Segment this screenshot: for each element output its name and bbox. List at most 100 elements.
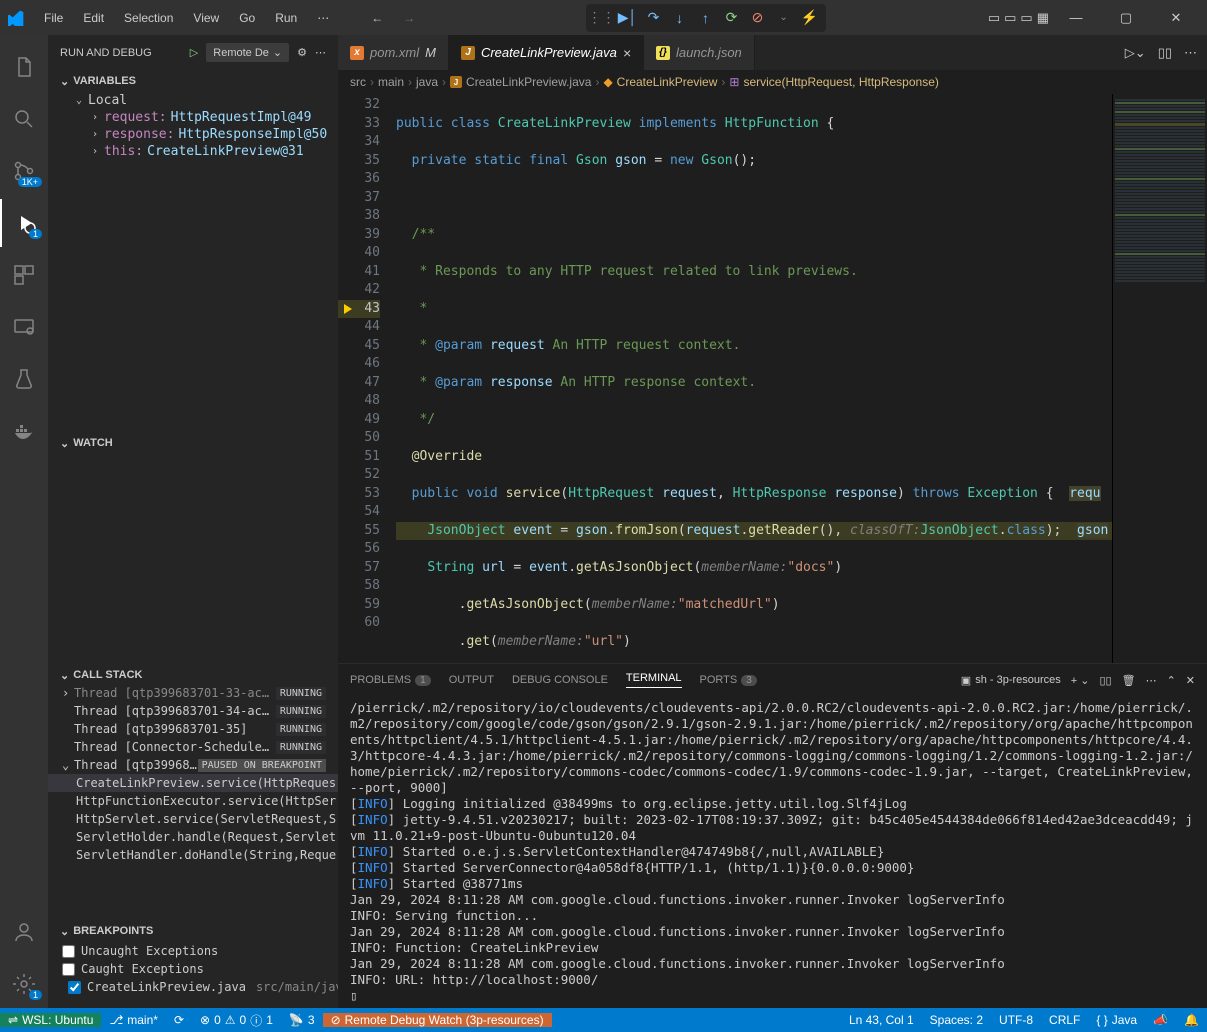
terminal-output[interactable]: /pierrick/.m2/repository/io/cloudevents/… (338, 696, 1207, 1008)
status-ports[interactable]: 📡 3 (281, 1013, 323, 1027)
menu-file[interactable]: File (36, 7, 71, 29)
thread-row[interactable]: ›Thread [qtp399683701-33-acce...RUNNING (48, 686, 338, 702)
terminal-select[interactable]: ▣ sh - 3p-resources (961, 674, 1061, 687)
run-button-icon[interactable]: ▷⌄ (1125, 45, 1146, 61)
activity-account[interactable] (0, 908, 48, 956)
variables-header[interactable]: ⌄VARIABLES (48, 70, 338, 92)
nav-back[interactable]: ← (363, 7, 391, 29)
watch-header[interactable]: ⌄WATCH (48, 432, 338, 454)
thread-row[interactable]: Thread [Connector-Scheduler-...RUNNING (48, 738, 338, 756)
status-sync[interactable]: ⟳ (166, 1013, 192, 1027)
activity-docker[interactable] (0, 407, 48, 455)
variable-row[interactable]: ›response: HttpResponseImpl@50 (48, 126, 338, 143)
toggle-panel-left[interactable]: ▭ (988, 10, 1000, 26)
panel-maximize-icon[interactable]: ⌃ (1167, 674, 1176, 687)
activity-scm[interactable]: 1K+ (0, 147, 48, 195)
debug-drag-handle[interactable]: ⋮⋮ (590, 6, 614, 30)
status-eol[interactable]: CRLF (1041, 1013, 1088, 1027)
activity-testing[interactable] (0, 355, 48, 403)
toggle-panel-right[interactable]: ▭ (1020, 10, 1032, 26)
bp-file[interactable]: CreateLinkPreview.java src/main/java43 (48, 978, 338, 996)
kill-terminal-icon[interactable]: 🗑 (1122, 674, 1136, 687)
customize-layout[interactable]: ▦ (1037, 10, 1049, 26)
status-debug[interactable]: ⊘ Remote Debug Watch (3p-resources) (323, 1013, 552, 1027)
tab-output[interactable]: OUTPUT (449, 674, 494, 686)
activity-settings[interactable]: 1 (0, 960, 48, 1008)
tab-terminal[interactable]: TERMINAL (626, 672, 682, 688)
menu-view[interactable]: View (185, 7, 227, 29)
debug-hot-reload[interactable]: ⚡ (798, 6, 822, 30)
menu-more[interactable]: ⋯ (309, 7, 337, 29)
nav-forward[interactable]: → (395, 7, 423, 29)
debug-step-over[interactable]: ↷ (642, 6, 666, 30)
panel-more-icon[interactable]: ⋯ (1146, 674, 1157, 687)
line-gutter[interactable]: 32333435 36373839 404142 43 44454647 484… (338, 94, 388, 663)
bp-caught[interactable]: Caught Exceptions (48, 960, 338, 978)
code-content[interactable]: public class CreateLinkPreview implement… (388, 94, 1112, 663)
thread-row-paused[interactable]: ⌄Thread [qtp39968...PAUSED ON BREAKPOINT (48, 756, 338, 774)
status-bell-icon[interactable]: 🔔 (1176, 1013, 1207, 1027)
editor-more-icon[interactable]: ⋯ (1184, 45, 1197, 61)
new-terminal-icon[interactable]: + ⌄ (1071, 674, 1090, 687)
window-minimize[interactable]: — (1053, 0, 1099, 35)
tab-createlinkpreview[interactable]: JCreateLinkPreview.java× (449, 35, 644, 70)
debug-step-out[interactable]: ↑ (694, 6, 718, 30)
start-debug-button[interactable]: ▷ (190, 46, 198, 59)
tab-ports[interactable]: PORTS3 (700, 674, 757, 686)
thread-row[interactable]: Thread [qtp399683701-34-acce...RUNNING (48, 702, 338, 720)
debug-more-dropdown[interactable]: ⌄ (772, 6, 796, 30)
status-problems[interactable]: ⊗ 0 ⚠ 0 ⓘ 1 (192, 1012, 281, 1029)
debug-config-gear-icon[interactable]: ⚙ (297, 46, 307, 59)
code-area[interactable]: 32333435 36373839 404142 43 44454647 484… (338, 94, 1207, 663)
tab-problems[interactable]: PROBLEMS1 (350, 674, 431, 686)
status-encoding[interactable]: UTF-8 (991, 1013, 1041, 1027)
menu-edit[interactable]: Edit (75, 7, 112, 29)
thread-row[interactable]: Thread [qtp399683701-35]RUNNING (48, 720, 338, 738)
activity-extensions[interactable] (0, 251, 48, 299)
window-maximize[interactable]: ▢ (1103, 0, 1149, 35)
debug-disconnect[interactable]: ⊘ (746, 6, 770, 30)
activity-search[interactable] (0, 95, 48, 143)
debug-more-icon[interactable]: ⋯ (315, 46, 326, 59)
variables-local-scope[interactable]: Local (88, 93, 127, 108)
tab-debug-console[interactable]: DEBUG CONSOLE (512, 674, 608, 686)
variable-row[interactable]: ›this: CreateLinkPreview@31 (48, 143, 338, 160)
status-ln-col[interactable]: Ln 43, Col 1 (841, 1013, 922, 1027)
tab-pom[interactable]: xpom.xmlM (338, 35, 449, 70)
activity-remote[interactable] (0, 303, 48, 351)
activity-debug[interactable]: 1 (0, 199, 48, 247)
status-remote[interactable]: ⇌ WSL: Ubuntu (0, 1013, 101, 1027)
stack-frame[interactable]: HttpServlet.service(ServletRequest,S (48, 810, 338, 828)
panel-close-icon[interactable]: ✕ (1186, 674, 1195, 687)
variable-row[interactable]: ›request: HttpRequestImpl@49 (48, 109, 338, 126)
window-close[interactable]: ✕ (1153, 0, 1199, 35)
callstack-header[interactable]: ⌄CALL STACK (48, 664, 338, 686)
toggle-panel-bottom[interactable]: ▭ (1004, 10, 1016, 26)
bp-uncaught[interactable]: Uncaught Exceptions (48, 942, 338, 960)
xml-file-icon: x (350, 46, 364, 60)
stack-frame[interactable]: ServletHolder.handle(Request,Servlet (48, 828, 338, 846)
status-spaces[interactable]: Spaces: 2 (922, 1013, 991, 1027)
menu-go[interactable]: Go (231, 7, 263, 29)
status-lang[interactable]: { } Java (1088, 1013, 1145, 1027)
minimap[interactable] (1112, 94, 1207, 663)
watch-panel (48, 454, 338, 664)
breadcrumbs[interactable]: src› main› java› J CreateLinkPreview.jav… (338, 70, 1207, 94)
status-feedback-icon[interactable]: 📣 (1145, 1013, 1176, 1027)
split-editor-icon[interactable]: ▯▯ (1158, 45, 1172, 61)
debug-restart[interactable]: ⟳ (720, 6, 744, 30)
debug-continue[interactable]: ▶│ (616, 6, 640, 30)
debug-step-into[interactable]: ↓ (668, 6, 692, 30)
stack-frame[interactable]: HttpFunctionExecutor.service(HttpSer (48, 792, 338, 810)
split-terminal-icon[interactable]: ▯▯ (1099, 674, 1111, 687)
breakpoints-header[interactable]: ⌄BREAKPOINTS (48, 920, 338, 942)
status-branch[interactable]: ⎇ main* (101, 1013, 166, 1027)
menu-run[interactable]: Run (267, 7, 305, 29)
activity-explorer[interactable] (0, 43, 48, 91)
tab-launch[interactable]: {}launch.json (644, 35, 755, 70)
close-tab-icon[interactable]: × (623, 45, 631, 61)
debug-config-select[interactable]: Remote De ⌄ (206, 43, 289, 62)
menu-selection[interactable]: Selection (116, 7, 181, 29)
stack-frame[interactable]: ServletHandler.doHandle(String,Reque (48, 846, 338, 864)
stack-frame[interactable]: CreateLinkPreview.service(HttpReques (48, 774, 338, 792)
